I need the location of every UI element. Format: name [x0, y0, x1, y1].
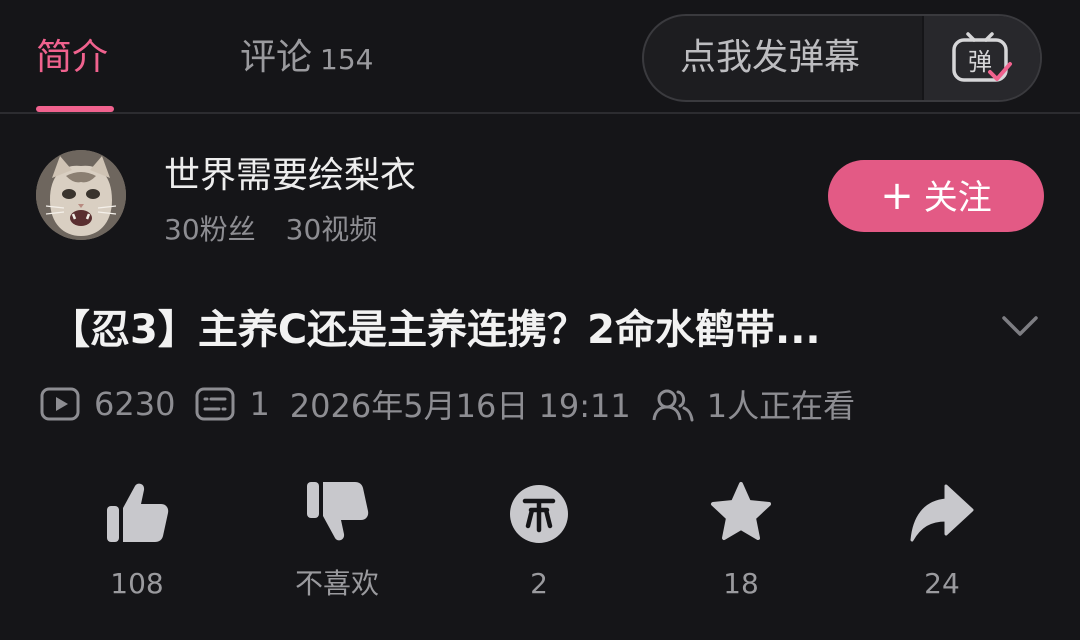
danmaku-count-icon	[195, 387, 235, 421]
danmaku-input[interactable]: 点我发弹幕	[680, 34, 860, 82]
follow-label: 关注	[923, 178, 992, 218]
uploader-avatar[interactable]	[36, 150, 126, 240]
play-count: 6230	[94, 385, 176, 423]
danmaku-toggle-button[interactable]: 弹	[924, 16, 1040, 100]
comments-count: 154	[320, 43, 374, 76]
watching-count: 1人正在看	[706, 387, 856, 425]
tab-comments-label: 评论	[240, 37, 313, 78]
video-detail-screen: 简介 评论 154 点我发弹幕 弹 世界需要绘梨衣 30粉丝 30视频 + 关注…	[0, 0, 1080, 640]
danmaku-count: 1	[249, 385, 270, 423]
video-title[interactable]: 【忍3】主养C还是主养连携？2命水鹤带...	[50, 302, 950, 358]
tab-bar: 简介 评论 154 点我发弹幕 弹	[0, 0, 1080, 114]
danmaku-input-box: 点我发弹幕 弹	[642, 14, 1042, 102]
share-button[interactable]: 24	[862, 478, 1022, 604]
video-meta-row: 6230 1 2026年5月16日 19:11 1人正在看	[40, 380, 855, 428]
tab-intro[interactable]: 简介	[36, 34, 108, 82]
dislike-button[interactable]: 不喜欢	[257, 478, 417, 604]
favorite-button[interactable]: 18	[661, 478, 821, 604]
uploader-name[interactable]: 世界需要绘梨衣	[164, 152, 416, 200]
star-icon	[711, 482, 771, 540]
publish-time: 2026年5月16日 19:11	[289, 387, 631, 425]
share-count: 24	[924, 567, 960, 600]
share-arrow-icon	[910, 484, 974, 542]
dislike-label: 不喜欢	[294, 567, 379, 600]
action-bar: 108 不喜欢 2 18 24	[0, 478, 1080, 608]
uploader-stats: 30粉丝 30视频	[164, 210, 377, 250]
play-count-icon	[40, 387, 80, 421]
plus-icon: +	[880, 173, 914, 219]
like-count: 108	[110, 567, 164, 600]
thumbs-up-icon	[107, 483, 169, 542]
coin-count: 2	[530, 567, 548, 600]
coin-button[interactable]: 2	[459, 478, 619, 604]
tab-intro-label: 简介	[36, 37, 109, 78]
danmaku-toggle-icon: 弹	[952, 32, 1012, 82]
videos-count: 30视频	[285, 213, 378, 246]
thumbs-down-icon	[307, 482, 369, 541]
watching-users-icon	[652, 389, 694, 422]
tab-active-indicator	[36, 106, 114, 112]
like-button[interactable]: 108	[57, 478, 217, 604]
cat-avatar-image	[36, 150, 126, 240]
follow-button[interactable]: + 关注	[828, 160, 1044, 232]
fans-count: 30粉丝	[164, 213, 256, 246]
favorite-count: 18	[723, 567, 759, 600]
tab-comments[interactable]: 评论 154	[240, 34, 373, 84]
chevron-down-icon[interactable]	[1000, 310, 1040, 342]
coin-icon	[510, 485, 568, 543]
